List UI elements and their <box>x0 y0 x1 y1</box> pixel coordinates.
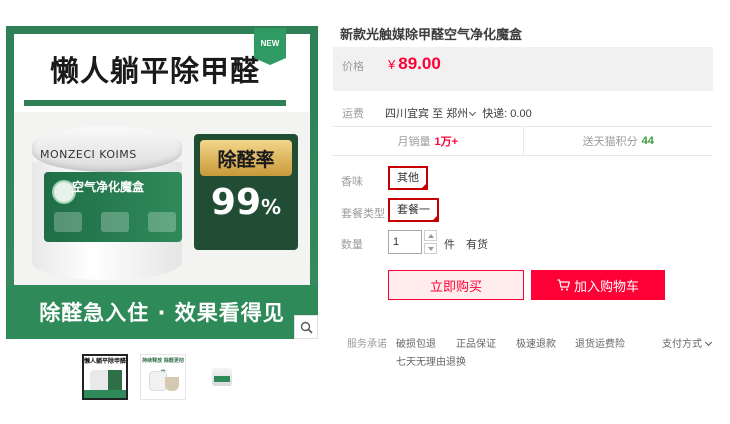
arrow-down-icon <box>427 246 434 251</box>
quantity-unit: 件 <box>444 239 455 251</box>
monthly-sales: 月销量 1万+ <box>333 127 523 155</box>
quantity-input[interactable]: 1 <box>388 230 422 254</box>
thumbnail-3[interactable] <box>198 354 244 400</box>
jar-brand: MONZECI KOIMS <box>40 148 137 161</box>
service-item[interactable]: 破损包退 <box>396 335 436 350</box>
service-item[interactable]: 退货运费险 <box>575 335 625 350</box>
ship-from: 四川宜宾 <box>385 108 429 120</box>
arrow-up-icon <box>427 233 434 238</box>
stock-status: 有货 <box>466 239 488 251</box>
removal-rate-box: 除醛率 99% <box>194 134 298 250</box>
ship-to-word: 至 <box>432 108 444 120</box>
thumbnail-rate-box <box>108 370 122 390</box>
thumbnail-1-text: 懒人躺平除甲醛 <box>84 356 126 368</box>
thumbnail-2-text: 持续释放 除醛更彻底 <box>141 355 185 376</box>
shipping-info: 四川宜宾 至 郑州 快递: 0.00 <box>385 105 532 121</box>
removal-rate-value: 99% <box>194 182 298 223</box>
service-item[interactable]: 极速退款 <box>516 335 556 350</box>
package-option-selected[interactable]: 套餐一 <box>388 198 439 222</box>
scent-option-selected[interactable]: 其他 <box>388 166 428 190</box>
buy-now-button[interactable]: 立即购买 <box>388 270 524 300</box>
product-jar-illustration: 空气净化魔盒 MONZECI KOIMS <box>32 126 202 286</box>
cart-icon <box>557 279 570 291</box>
currency-symbol: ¥ <box>388 57 396 72</box>
price-label: 价格 <box>342 61 364 73</box>
chevron-down-icon <box>704 338 713 347</box>
ship-to-dropdown[interactable]: 郑州 <box>446 108 479 120</box>
jar-feature-icons <box>54 212 176 234</box>
add-to-cart-label: 加入购物车 <box>573 278 639 294</box>
jar-product-label: 空气净化魔盒 <box>72 180 145 194</box>
shipping-label: 运费 <box>342 108 364 120</box>
main-product-image[interactable]: 懒人躺平除甲醛 NEW 空气净化魔盒 MONZECI KOIMS 除醛率 99%… <box>6 26 318 339</box>
image-headline: 懒人躺平除甲醛 <box>24 38 286 106</box>
add-to-cart-button[interactable]: 加入购物车 <box>531 270 665 300</box>
tmall-points: 送天猫积分 44 <box>522 127 714 155</box>
removal-rate-unit: % <box>261 195 282 219</box>
quantity-label: 数量 <box>341 239 363 251</box>
express-fee: 快递: 0.00 <box>482 108 532 120</box>
removal-rate-number: 99 <box>210 182 262 223</box>
thumbnail-2[interactable]: 持续释放 除醛更彻底 <box>140 354 186 400</box>
ship-to-city: 郑州 <box>446 108 469 120</box>
price-number: 89.00 <box>398 54 441 73</box>
service-item[interactable]: 七天无理由退换 <box>396 353 466 368</box>
service-label: 服务承诺 <box>347 339 387 350</box>
monthly-sales-value: 1万+ <box>434 136 459 148</box>
image-slogan: 除醛急入住 · 效果看得见 <box>6 285 318 339</box>
payment-methods-dropdown[interactable]: 支付方式 <box>662 335 713 350</box>
new-badge: NEW <box>254 28 286 65</box>
removal-rate-label: 除醛率 <box>200 140 292 176</box>
product-title: 新款光触媒除甲醛空气净化魔盒 <box>340 27 523 42</box>
magnifier-icon <box>300 321 313 334</box>
tmall-points-value: 44 <box>641 135 654 147</box>
quantity-decrease-button[interactable] <box>424 243 437 254</box>
stats-bar: 月销量 1万+ 送天猫积分 44 <box>333 126 713 156</box>
thumbnail-strip: 懒人躺平除甲醛 持续释放 除醛更彻底 <box>82 354 244 400</box>
zoom-button[interactable] <box>294 315 318 339</box>
thumbnail-label <box>214 376 230 382</box>
thumbnail-1[interactable]: 懒人躺平除甲醛 <box>82 354 128 400</box>
service-item[interactable]: 正品保证 <box>456 335 496 350</box>
tmall-points-label: 送天猫积分 <box>582 136 638 148</box>
chevron-down-icon <box>469 108 477 117</box>
payment-methods-label: 支付方式 <box>662 339 702 350</box>
quantity-increase-button[interactable] <box>424 230 437 241</box>
package-label: 套餐类型 <box>341 208 385 220</box>
thumbnail-band <box>84 390 126 398</box>
monthly-sales-label: 月销量 <box>397 136 431 148</box>
thumbnail-cup <box>165 377 179 391</box>
scent-label: 香味 <box>341 176 363 188</box>
price-value: ¥89.00 <box>388 54 441 74</box>
